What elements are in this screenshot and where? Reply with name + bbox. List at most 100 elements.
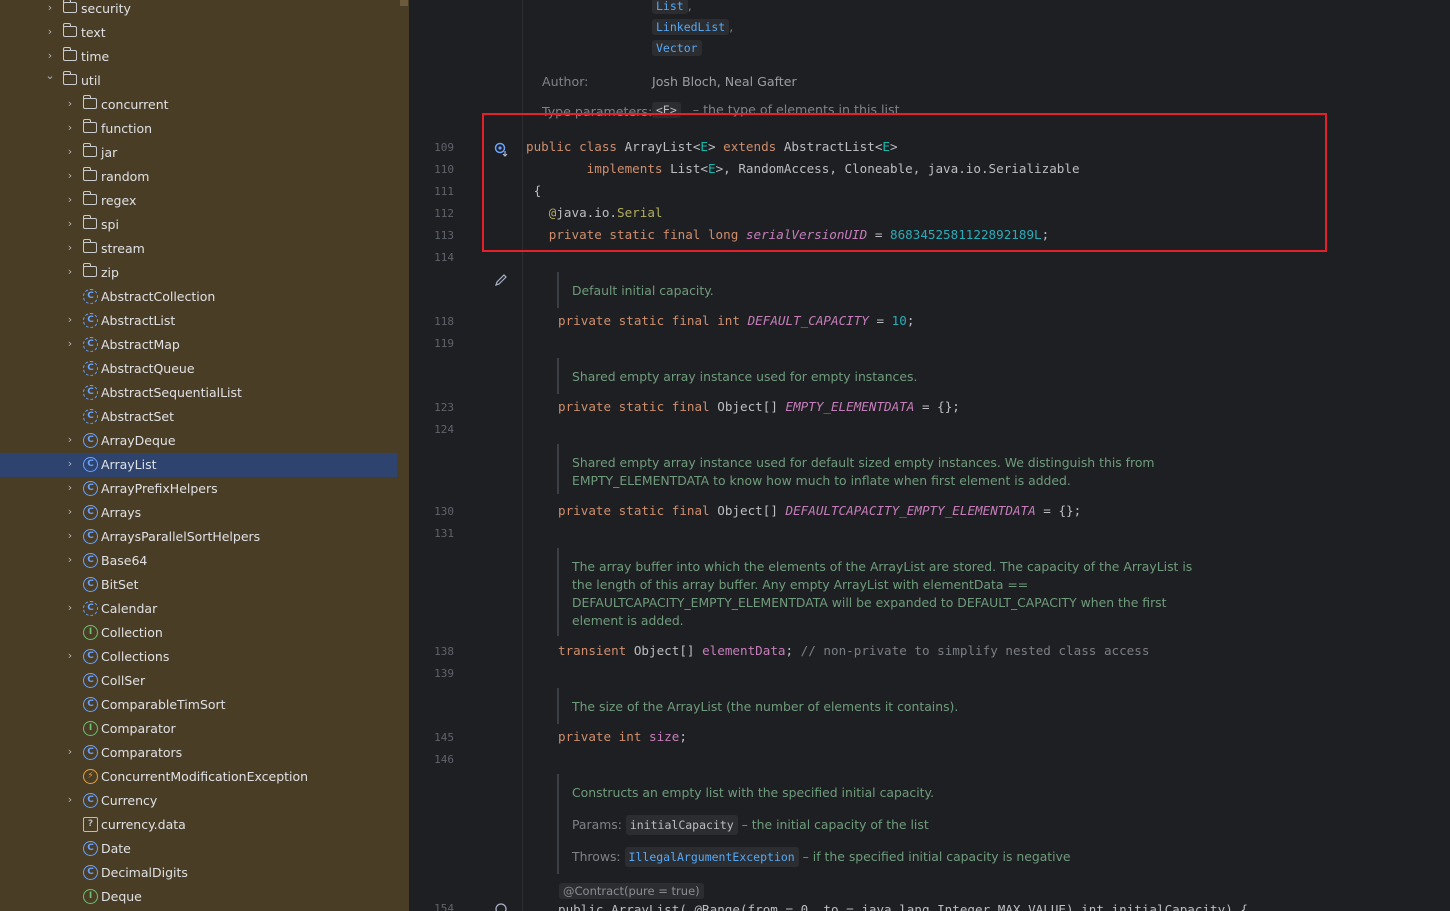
chevron-right-icon[interactable]: › [64,601,76,615]
tree-item-comparabletimsort[interactable]: C ComparableTimSort [0,693,397,717]
chevron-right-icon[interactable]: › [44,49,56,63]
chevron-right-icon[interactable]: › [64,793,76,807]
code-line-111[interactable]: { [526,183,542,198]
tree-item-arraydeque[interactable]: › C ArrayDeque [0,429,397,453]
javadoc-text: The array buffer into which the elements… [572,559,1193,574]
exception-link[interactable]: IllegalArgumentException [624,847,799,867]
tree-item-date[interactable]: C Date [0,837,397,861]
code-line-109[interactable]: public class ArrayList<E> extends Abstra… [526,139,898,154]
tree-item-arraysparallelsorthelpers[interactable]: › C ArraysParallelSortHelpers [0,525,397,549]
tree-item-random[interactable]: › random [0,165,397,189]
chevron-right-icon[interactable]: › [64,217,76,231]
chevron-right-icon[interactable]: › [64,313,76,327]
chevron-right-icon[interactable]: › [64,241,76,255]
tree-scrollbar[interactable] [400,0,408,6]
tree-item-label: jar [101,145,118,160]
chevron-right-icon[interactable]: › [44,25,56,39]
tree-item-concurrent[interactable]: › concurrent [0,93,397,117]
chevron-right-icon[interactable]: › [64,457,76,471]
code-line-130[interactable]: private static final Object[] DEFAULTCAP… [558,503,1081,518]
tree-item-stream[interactable]: › stream [0,237,397,261]
tree-item-jar[interactable]: › jar [0,141,397,165]
chevron-down-icon[interactable]: ⌄ [44,69,56,83]
see-also-link[interactable]: LinkedList [652,19,730,35]
code-line-145[interactable]: private int size; [558,729,687,744]
tree-item-abstractset[interactable]: C AbstractSet [0,405,397,429]
chevron-right-icon[interactable]: › [64,505,76,519]
abstract-class-icon: C [83,361,98,376]
see-also-link[interactable]: List [652,0,688,14]
chevron-right-icon[interactable]: › [64,481,76,495]
code-editor[interactable]: List, LinkedList, Vector Author: Josh Bl… [409,0,1450,911]
tree-item-arraylist[interactable]: › C ArrayList [0,453,397,477]
tree-item-label: ArrayList [101,457,157,472]
chevron-right-icon[interactable]: › [64,433,76,447]
tree-item-label: Currency [101,793,158,808]
tree-item-abstractlist[interactable]: › C AbstractList [0,309,397,333]
tree-item-comparator[interactable]: I Comparator [0,717,397,741]
tree-item-text[interactable]: › text [0,21,397,45]
chevron-right-icon[interactable]: › [64,745,76,759]
code-line-110[interactable]: implements List<E>, RandomAccess, Clonea… [526,161,1080,176]
tree-item-decimaldigits[interactable]: C DecimalDigits [0,861,397,885]
folder-icon [83,167,97,181]
tree-item-security[interactable]: › security [0,0,397,21]
code-line-138[interactable]: transient Object[] elementData; // non-p… [558,643,1149,658]
folder-icon [83,215,97,229]
edit-doc-icon[interactable] [494,273,508,287]
chevron-right-icon[interactable]: › [44,1,56,15]
tree-item-calendar[interactable]: › C Calendar [0,597,397,621]
chevron-right-icon[interactable]: › [64,145,76,159]
chevron-right-icon[interactable]: › [64,193,76,207]
interface-icon: I [83,721,98,736]
chevron-right-icon[interactable]: › [64,97,76,111]
tree-item-currency[interactable]: › C Currency [0,789,397,813]
implements-icon[interactable] [493,141,509,157]
chevron-right-icon[interactable]: › [64,649,76,663]
folder-icon [83,95,97,109]
tree-item-base64[interactable]: › C Base64 [0,549,397,573]
abstract-class-icon: C [83,409,98,424]
tree-item-currency-data[interactable]: ? currency.data [0,813,397,837]
tree-item-concurrentmodificationexception[interactable]: ⚡ ConcurrentModificationException [0,765,397,789]
chevron-right-icon[interactable]: › [64,553,76,567]
tree-item-arrays[interactable]: › C Arrays [0,501,397,525]
tree-item-collection[interactable]: I Collection [0,621,397,645]
see-also-link[interactable]: Vector [652,40,702,56]
class-icon: C [83,865,98,880]
project-tree[interactable]: › security › text › time ⌄ util › concurrent › func… [0,0,409,911]
tree-item-comparators[interactable]: › C Comparators [0,741,397,765]
tree-item-abstractqueue[interactable]: C AbstractQueue [0,357,397,381]
tree-item-regex[interactable]: › regex [0,189,397,213]
class-icon: C [83,553,98,568]
class-icon: C [83,577,98,592]
tree-item-util[interactable]: ⌄ util [0,69,397,93]
tree-item-bitset[interactable]: C BitSet [0,573,397,597]
tree-item-label: Date [101,841,131,856]
code-line-113[interactable]: private static final long serialVersionU… [526,227,1049,242]
chevron-right-icon[interactable]: › [64,121,76,135]
code-line-123[interactable]: private static final Object[] EMPTY_ELEM… [558,399,960,414]
tree-item-collser[interactable]: C CollSer [0,669,397,693]
code-line-118[interactable]: private static final int DEFAULT_CAPACIT… [558,313,914,328]
code-line-154[interactable]: public ArrayList( @Range(from = 0, to = … [558,902,1248,911]
tree-item-arrayprefixhelpers[interactable]: › C ArrayPrefixHelpers [0,477,397,501]
tree-item-deque[interactable]: I Deque [0,885,397,909]
chevron-right-icon[interactable]: › [64,337,76,351]
tree-item-label: time [81,49,110,64]
chevron-right-icon[interactable]: › [64,265,76,279]
tree-item-spi[interactable]: › spi [0,213,397,237]
throws-row: Throws: IllegalArgumentException – if th… [572,847,1071,867]
tree-item-abstractcollection[interactable]: C AbstractCollection [0,285,397,309]
javadoc-text: DEFAULTCAPACITY_EMPTY_ELEMENTDATA will b… [572,595,1167,610]
chevron-right-icon[interactable]: › [64,529,76,543]
tree-item-function[interactable]: › function [0,117,397,141]
tree-item-zip[interactable]: › zip [0,261,397,285]
code-line-112[interactable]: @java.io.Serial [526,205,663,220]
tree-item-abstractmap[interactable]: › C AbstractMap [0,333,397,357]
tree-item-collections[interactable]: › C Collections [0,645,397,669]
chevron-right-icon[interactable]: › [64,169,76,183]
tree-item-abstractsequentiallist[interactable]: C AbstractSequentialList [0,381,397,405]
method-gutter-icon[interactable] [493,901,509,911]
tree-item-time[interactable]: › time [0,45,397,69]
